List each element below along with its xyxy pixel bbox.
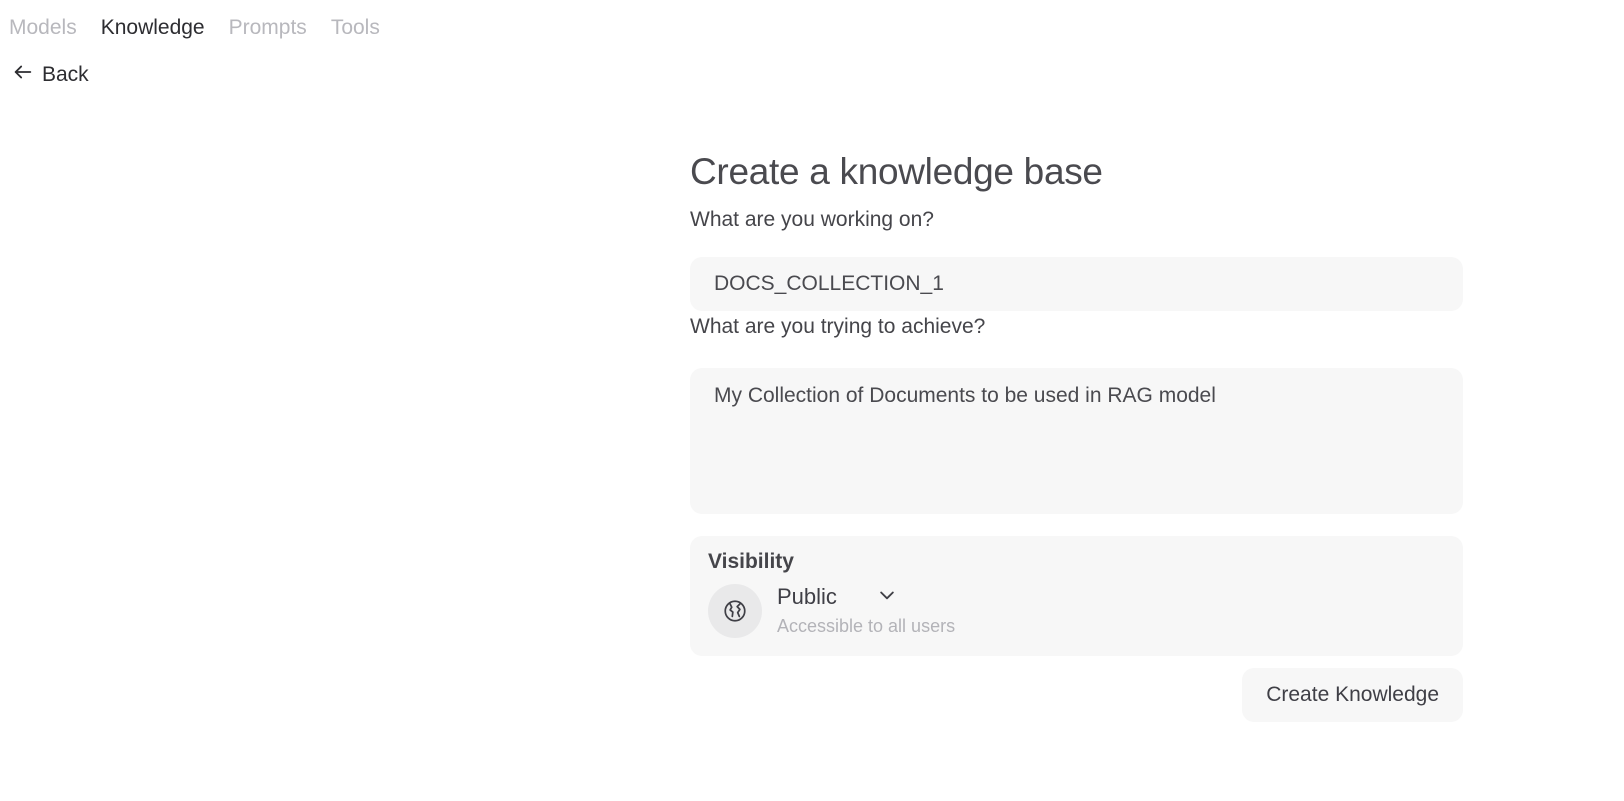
tab-prompts[interactable]: Prompts: [229, 16, 307, 40]
visibility-select[interactable]: Public: [777, 584, 897, 610]
tab-knowledge[interactable]: Knowledge: [101, 16, 205, 40]
visibility-panel: Visibility Public Accessible to all user…: [690, 536, 1463, 656]
tab-tools[interactable]: Tools: [331, 16, 380, 40]
globe-icon: [708, 584, 762, 638]
workspace-tabs: Models Knowledge Prompts Tools: [9, 16, 380, 40]
page: Models Knowledge Prompts Tools Back Crea…: [0, 0, 1624, 801]
visibility-value: Public: [777, 584, 837, 609]
tab-models[interactable]: Models: [9, 16, 77, 40]
back-button[interactable]: Back: [12, 61, 89, 89]
description-textarea[interactable]: My Collection of Documents to be used in…: [690, 368, 1463, 514]
name-label: What are you working on?: [690, 208, 934, 231]
create-knowledge-form: Create a knowledge base What are you wor…: [690, 150, 1463, 722]
page-title: Create a knowledge base: [690, 151, 1103, 192]
name-input[interactable]: DOCS_COLLECTION_1: [690, 257, 1463, 311]
arrow-left-icon: [12, 61, 34, 89]
description-label: What are you trying to achieve?: [690, 315, 986, 338]
chevron-down-icon: [877, 585, 897, 610]
create-knowledge-button[interactable]: Create Knowledge: [1242, 668, 1463, 722]
back-label: Back: [42, 63, 89, 86]
visibility-description: Accessible to all users: [777, 616, 956, 636]
visibility-title: Visibility: [708, 550, 794, 573]
